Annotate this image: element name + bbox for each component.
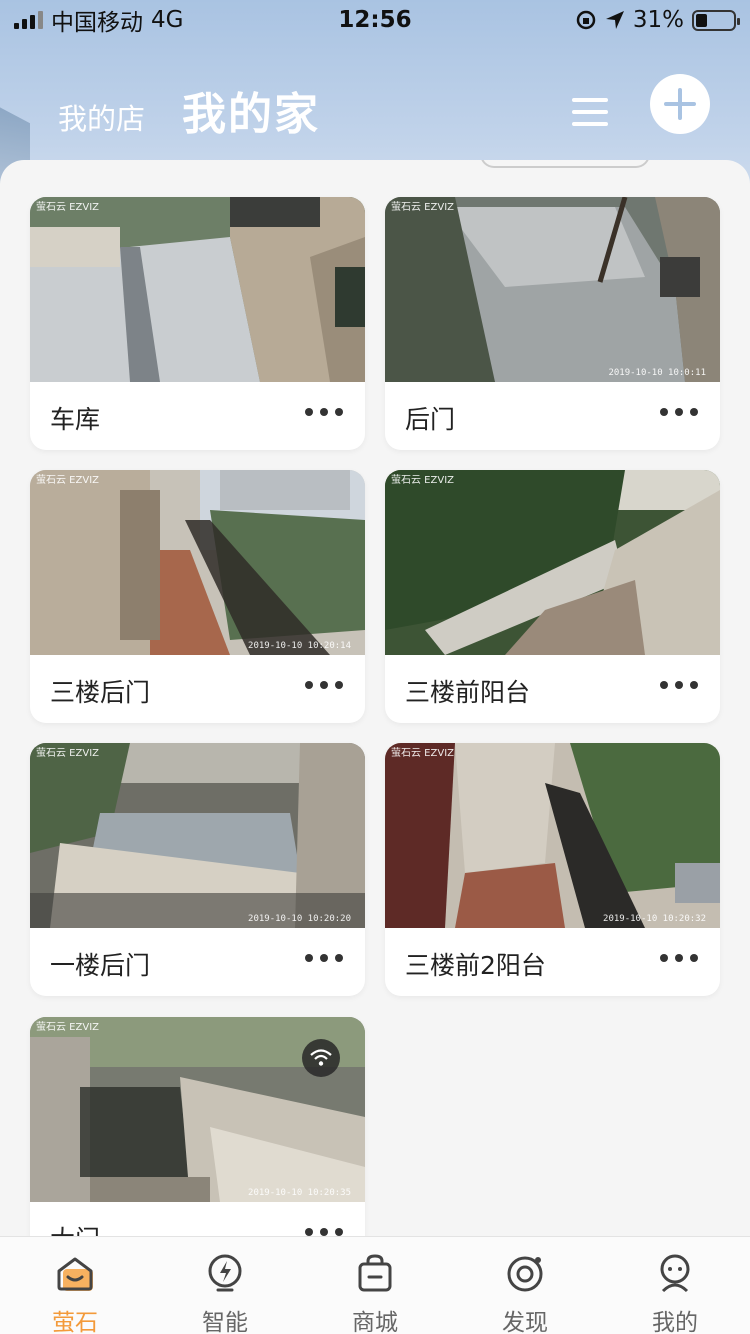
plus-icon [664,88,696,120]
camera-timestamp: 2019-10-10 10:0:11 [608,368,706,378]
device-card[interactable]: 萤石云 EZVIZ 三楼前阳台 [385,470,720,723]
add-device-button[interactable] [650,74,710,134]
app-header: 我的店 我的家 [0,70,750,140]
device-name: 三楼前2阳台 [405,951,546,980]
tab-label: 我的 [652,1310,698,1334]
more-options-icon[interactable] [660,681,698,689]
ezviz-logo: 萤石云 EZVIZ [36,202,99,213]
camera-timestamp: 2019-10-10 10:20:20 [248,914,351,924]
network-type: 4G [151,7,184,33]
camera-thumbnail[interactable]: 萤石云 EZVIZ [30,197,365,382]
ezviz-logo: 萤石云 EZVIZ [36,475,99,486]
camera-timestamp: 2019-10-10 10:20:14 [248,641,351,651]
bottom-tab-bar: 萤石 智能 商城 发现 我的 [0,1236,750,1334]
device-card[interactable]: 萤石云 EZVIZ 2019-10-10 10:0:11 后门 [385,197,720,450]
wifi-icon [302,1039,340,1077]
ezviz-logo: 萤石云 EZVIZ [36,748,99,759]
ezviz-logo: 萤石云 EZVIZ [391,748,454,759]
battery-percent: 31% [632,7,684,33]
camera-thumbnail[interactable]: 萤石云 EZVIZ 2019-10-10 10:20:14 [30,470,365,655]
tab-label: 发现 [502,1310,548,1334]
more-options-icon[interactable] [305,681,343,689]
device-card[interactable]: 萤石云 EZVIZ 2019-10-10 10:20:32 三楼前2阳台 [385,743,720,996]
tab-mall[interactable]: 商城 [300,1237,450,1334]
more-options-icon[interactable] [305,954,343,962]
home-icon [57,1257,93,1291]
battery-icon [692,9,740,31]
carrier-name: 中国移动 [51,10,143,36]
tab-ezviz-home[interactable]: 萤石 [0,1237,150,1334]
pull-handle [480,160,650,168]
device-name: 后门 [405,405,456,434]
tab-profile[interactable]: 我的 [600,1237,750,1334]
ezviz-logo: 萤石云 EZVIZ [36,1022,99,1033]
device-card[interactable]: 萤石云 EZVIZ 2019-10-10 10:20:14 三楼后门 [30,470,365,723]
more-options-icon[interactable] [660,408,698,416]
device-name: 三楼后门 [50,678,151,707]
tab-smart[interactable]: 智能 [150,1237,300,1334]
camera-thumbnail[interactable]: 萤石云 EZVIZ 2019-10-10 10:20:32 [385,743,720,928]
device-name: 三楼前阳台 [405,678,531,707]
profile-icon [660,1254,690,1293]
more-options-icon[interactable] [660,954,698,962]
camera-thumbnail[interactable]: 萤石云 EZVIZ [385,470,720,655]
shopping-bag-icon [358,1254,392,1292]
camera-thumbnail[interactable]: 萤石云 EZVIZ 2019-10-10 10:20:20 [30,743,365,928]
lightning-icon [208,1254,242,1292]
camera-thumbnail[interactable]: 萤石云 EZVIZ 2019-10-10 10:20:35 [30,1017,365,1202]
ezviz-logo: 萤石云 EZVIZ [391,202,454,213]
more-options-icon[interactable] [305,408,343,416]
device-name: 一楼后门 [50,951,151,980]
device-name: 车库 [50,405,101,434]
discover-icon [507,1256,543,1292]
signal-icon [14,11,43,29]
tab-discover[interactable]: 发现 [450,1237,600,1334]
tab-label: 萤石 [52,1310,98,1334]
tab-my-shop[interactable]: 我的店 [58,96,145,138]
rotation-lock-icon [576,10,596,30]
camera-thumbnail[interactable]: 萤石云 EZVIZ 2019-10-10 10:0:11 [385,197,720,382]
hamburger-menu-icon[interactable] [572,98,608,126]
tab-label: 智能 [202,1310,248,1334]
device-card[interactable]: 萤石云 EZVIZ 车库 [30,197,365,450]
camera-timestamp: 2019-10-10 10:20:35 [248,1188,351,1198]
tab-label: 商城 [352,1310,398,1334]
device-list-panel[interactable]: 萤石云 EZVIZ 车库 萤石云 EZVIZ 2019-10-10 10:0:1… [0,160,750,1240]
tab-my-home[interactable]: 我的家 [182,78,320,142]
device-card[interactable]: 萤石云 EZVIZ 2019-10-10 10:20:35 大门 [30,1017,365,1240]
location-arrow-icon [605,11,624,29]
ezviz-logo: 萤石云 EZVIZ [391,475,454,486]
status-bar: 中国移动 4G 12:56 31% [0,0,750,40]
more-options-icon[interactable] [305,1228,343,1236]
camera-timestamp: 2019-10-10 10:20:32 [603,914,706,924]
device-card[interactable]: 萤石云 EZVIZ 2019-10-10 10:20:20 一楼后门 [30,743,365,996]
